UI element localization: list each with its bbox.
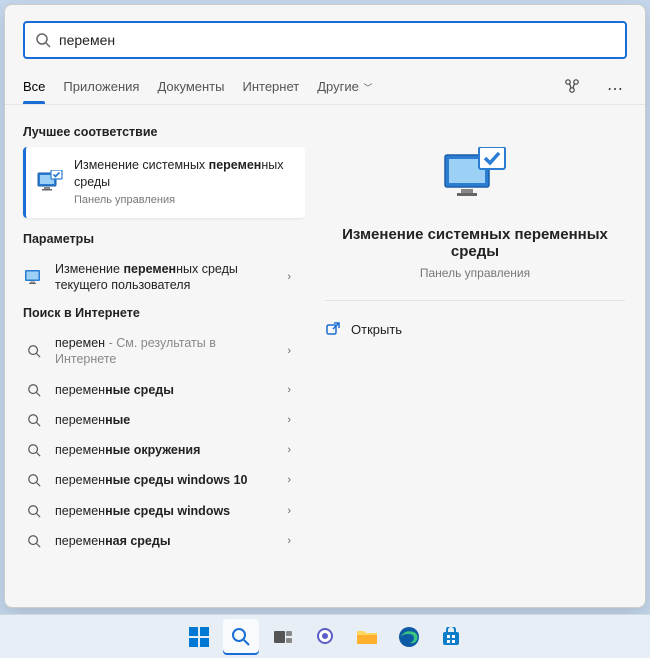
best-match-item[interactable]: Изменение системных переменных среды Пан… (23, 147, 305, 218)
section-best-match: Лучшее соответствие (23, 125, 305, 139)
open-external-icon (325, 321, 341, 337)
more-options-icon[interactable]: ⋯ (603, 75, 627, 103)
search-icon (23, 443, 45, 457)
preview-subtitle: Панель управления (420, 266, 530, 280)
search-icon (23, 413, 45, 427)
web-result-item[interactable]: переменные окружения› (23, 435, 305, 465)
search-box[interactable] (23, 21, 627, 59)
tab-more[interactable]: Другие ﹀ (317, 73, 372, 104)
tab-web[interactable]: Интернет (242, 73, 299, 104)
taskbar-search[interactable] (223, 619, 259, 655)
taskbar-start[interactable] (181, 619, 217, 655)
monitor-icon (23, 269, 45, 285)
chevron-right-icon: › (287, 444, 291, 456)
taskbar (0, 614, 650, 658)
web-result-item[interactable]: переменные среды windows 10› (23, 465, 305, 495)
results-area: Лучшее соответствие Изменение системных … (5, 105, 645, 607)
web-result-item[interactable]: переменная среды› (23, 526, 305, 556)
divider (325, 300, 625, 301)
section-params: Параметры (23, 232, 305, 246)
web-result-item[interactable]: перемен - См. результаты в Интернете› (23, 328, 305, 375)
open-action[interactable]: Открыть (325, 317, 625, 341)
tab-apps[interactable]: Приложения (63, 73, 139, 104)
taskbar-taskview[interactable] (265, 619, 301, 655)
tab-all[interactable]: Все (23, 73, 45, 104)
search-icon (23, 344, 45, 358)
search-window: Все Приложения Документы Интернет Другие… (4, 4, 646, 608)
chevron-right-icon: › (287, 474, 291, 486)
tab-docs[interactable]: Документы (157, 73, 224, 104)
search-icon (23, 383, 45, 397)
section-web: Поиск в Интернете (23, 306, 305, 320)
search-icon (23, 504, 45, 518)
preview-title: Изменение системных переменных среды (325, 226, 625, 260)
chevron-right-icon: › (287, 384, 291, 396)
search-icon (35, 32, 51, 48)
chevron-down-icon: ﹀ (361, 83, 373, 93)
chevron-right-icon: › (287, 535, 291, 547)
chevron-right-icon: › (287, 271, 291, 283)
chevron-right-icon: › (287, 414, 291, 426)
taskbar-edge[interactable] (391, 619, 427, 655)
search-input[interactable] (59, 32, 615, 48)
taskbar-explorer[interactable] (349, 619, 385, 655)
preview-pane: Изменение системных переменных среды Пан… (305, 105, 645, 607)
web-result-item[interactable]: переменные среды› (23, 375, 305, 405)
param-item[interactable]: Изменение переменных среды текущего поль… (23, 254, 305, 301)
network-icon[interactable] (559, 73, 585, 104)
web-result-item[interactable]: переменные среды windows› (23, 496, 305, 526)
filter-tabs: Все Приложения Документы Интернет Другие… (5, 67, 645, 105)
chevron-right-icon: › (287, 345, 291, 357)
web-result-item[interactable]: переменные› (23, 405, 305, 435)
search-icon (23, 534, 45, 548)
taskbar-store[interactable] (433, 619, 469, 655)
results-list: Лучшее соответствие Изменение системных … (5, 105, 305, 607)
preview-monitor-check-icon (443, 147, 507, 208)
monitor-check-icon (36, 168, 64, 196)
taskbar-chat[interactable] (307, 619, 343, 655)
best-match-text: Изменение системных переменных среды Пан… (74, 157, 295, 208)
search-icon (23, 473, 45, 487)
chevron-right-icon: › (287, 505, 291, 517)
